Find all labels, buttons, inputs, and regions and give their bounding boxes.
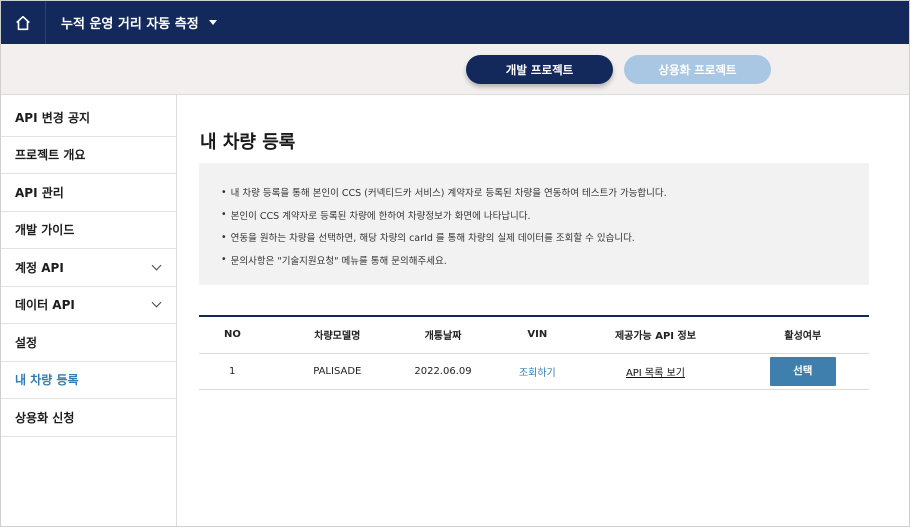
dev-project-button[interactable]: 개발 프로젝트 [466,55,613,84]
sidebar-item-label: 프로젝트 개요 [15,148,86,163]
col-header-no: NO [199,316,289,354]
cell-vin: 조회하기 [500,353,575,390]
sidebar-item-label: API 관리 [15,185,64,200]
sidebar-item-project-overview[interactable]: 프로젝트 개요 [1,137,176,174]
top-bar: 누적 운영 거리 자동 측정 [1,1,909,44]
page-title: 내 차량 등록 [200,132,296,153]
sidebar-item-label: 계정 API [15,260,64,275]
project-name: 누적 운영 거리 자동 측정 [61,17,199,32]
sidebar-item-api-notice[interactable]: API 변경 공지 [1,99,176,137]
chevron-down-icon [151,297,162,308]
cell-no: 1 [199,353,289,390]
sidebar-item-label: API 변경 공지 [15,110,91,125]
chevron-down-icon [151,260,162,271]
col-header-model: 차량모델명 [289,316,386,354]
cell-model: PALISADE [289,353,386,390]
sidebar-item-my-vehicle[interactable]: 내 차량 등록 [1,362,176,399]
notice-item: 문의사항은 "기술지원요청" 메뉴를 통해 문의해주세요. [221,249,869,272]
sidebar-item-label: 내 차량 등록 [15,373,79,388]
vin-lookup-link[interactable]: 조회하기 [519,368,556,379]
notice-item: 내 차량 등록을 통해 본인이 CCS (커넥티드카 서비스) 계약자로 등록된… [221,181,869,204]
sidebar-item-label: 개발 가이드 [15,223,75,238]
home-button[interactable] [1,1,46,44]
project-type-bar: 개발 프로젝트 상용화 프로젝트 [1,44,909,95]
notice-item: 연동을 원하는 차량을 선택하면, 해당 차량의 carId 를 통해 차량의 … [221,226,869,249]
sidebar-item-settings[interactable]: 설정 [1,324,176,362]
app-frame: 누적 운영 거리 자동 측정 개발 프로젝트 상용화 프로젝트 API 변경 공… [0,0,910,527]
main-content: 내 차량 등록 내 차량 등록을 통해 본인이 CCS (커넥티드카 서비스) … [178,95,909,526]
table-header-row: NO 차량모델명 개통날짜 VIN 제공가능 API 정보 활성여부 [199,316,869,354]
select-vehicle-button[interactable]: 선택 [769,356,836,386]
sidebar-item-account-api[interactable]: 계정 API [1,249,176,287]
col-header-date: 개통날짜 [385,316,501,354]
table-row: 1 PALISADE 2022.06.09 조회하기 API 목록 보기 선택 [199,353,869,390]
api-list-link[interactable]: API 목록 보기 [626,368,685,379]
notice-item: 본인이 CCS 계약자로 등록된 차량에 한하여 차량정보가 화면에 나타납니다… [221,204,869,227]
col-header-active: 활성여부 [736,316,869,354]
sidebar-item-data-api[interactable]: 데이터 API [1,287,176,324]
cell-api-info: API 목록 보기 [574,353,737,390]
vehicle-table: NO 차량모델명 개통날짜 VIN 제공가능 API 정보 활성여부 1 PAL… [199,315,869,390]
home-icon [16,15,30,30]
sidebar: API 변경 공지 프로젝트 개요 API 관리 개발 가이드 계정 API 데… [1,95,177,526]
cell-date: 2022.06.09 [385,353,501,390]
notice-box: 내 차량 등록을 통해 본인이 CCS (커넥티드카 서비스) 계약자로 등록된… [199,163,869,285]
sidebar-item-commercial-apply[interactable]: 상용화 신청 [1,399,176,437]
cell-active: 선택 [736,353,869,390]
commercial-project-button[interactable]: 상용화 프로젝트 [624,55,771,84]
sidebar-item-dev-guide[interactable]: 개발 가이드 [1,212,176,249]
caret-down-icon [208,20,217,25]
col-header-vin: VIN [500,316,575,354]
sidebar-item-api-management[interactable]: API 관리 [1,174,176,212]
col-header-api-info: 제공가능 API 정보 [574,316,737,354]
sidebar-item-label: 설정 [15,335,38,350]
sidebar-item-label: 상용화 신청 [15,410,75,425]
project-selector[interactable]: 누적 운영 거리 자동 측정 [61,13,217,32]
sidebar-item-label: 데이터 API [15,298,75,313]
